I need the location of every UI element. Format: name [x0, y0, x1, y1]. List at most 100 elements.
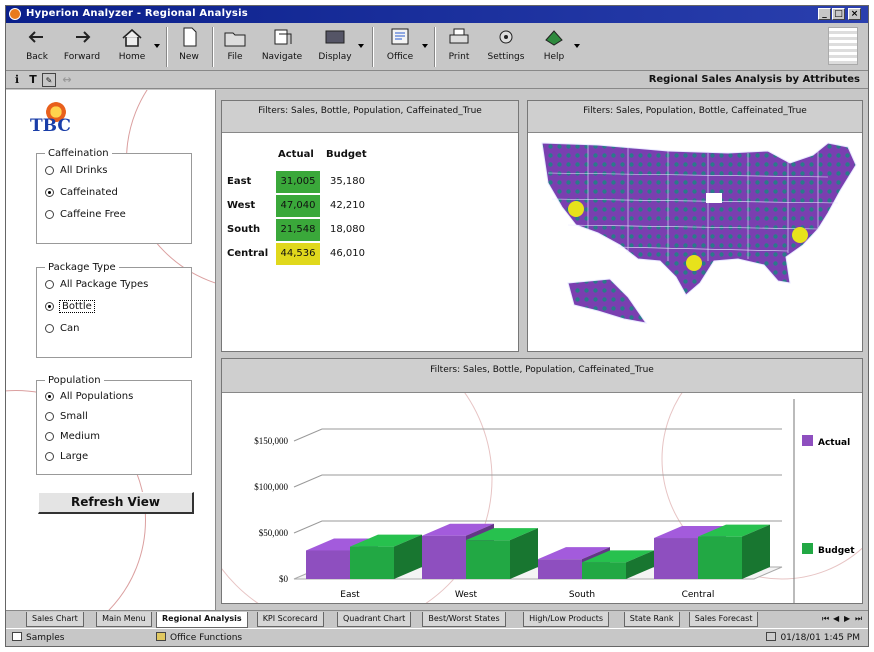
settings-button[interactable]: Settings	[484, 26, 528, 68]
office-button[interactable]: Office	[380, 26, 428, 68]
bar[interactable]	[466, 540, 510, 579]
population-option[interactable]: All Populations	[37, 386, 191, 406]
population-option[interactable]: Small	[37, 406, 191, 426]
navigate-button[interactable]: Navigate	[258, 26, 306, 68]
legend-swatch	[802, 435, 813, 446]
radio-button[interactable]	[45, 411, 54, 421]
alaska-shape[interactable]	[567, 278, 648, 324]
next-tab-icon[interactable]: ▶	[844, 614, 850, 623]
display-button[interactable]: Display	[314, 26, 364, 68]
population-group: Population All Populations Small Medium …	[36, 375, 192, 475]
bar[interactable]	[350, 546, 394, 579]
radio-button[interactable]	[45, 209, 54, 219]
back-arrow-icon	[28, 31, 43, 43]
home-button[interactable]: Home	[112, 26, 160, 68]
radio-button[interactable]	[45, 391, 54, 401]
file-button[interactable]: File	[218, 26, 252, 68]
app-window: Hyperion Analyzer - Regional Analysis _ …	[5, 5, 869, 647]
budget-cell: 42,210	[330, 200, 365, 211]
bar[interactable]	[422, 535, 466, 579]
refresh-view-button[interactable]: Refresh View	[38, 492, 194, 514]
tab-main-menu[interactable]: Main Menu	[96, 612, 152, 627]
filter-icon[interactable]: T	[26, 73, 40, 87]
title-bar: Hyperion Analyzer - Regional Analysis _ …	[6, 6, 868, 23]
population-option[interactable]: Large	[37, 446, 191, 466]
printer-icon	[449, 28, 469, 44]
clock-icon	[766, 632, 777, 641]
actual-cell[interactable]: 47,040	[276, 195, 320, 217]
south-marker[interactable]	[686, 255, 702, 271]
help-icon	[545, 30, 563, 46]
actual-cell[interactable]: 31,005	[276, 171, 320, 193]
radio-button[interactable]	[45, 165, 54, 175]
radio-button[interactable]	[45, 187, 54, 197]
display-dropdown-icon[interactable]	[358, 44, 364, 48]
company-logo: TBC	[26, 102, 86, 142]
tab-sales-chart[interactable]: Sales Chart	[26, 612, 84, 627]
last-tab-icon[interactable]: ⏭	[855, 614, 862, 624]
bar[interactable]	[654, 538, 698, 579]
caffeination-option[interactable]: Caffeine Free	[37, 203, 191, 225]
status-datetime: 01/18/01 1:45 PM	[766, 632, 860, 643]
budget-cell: 35,180	[330, 176, 365, 187]
row-label: East	[227, 176, 252, 187]
bar-chart[interactable]: $0 $50,000 $100,000 $150,000 East West South Ce…	[222, 359, 863, 604]
back-button[interactable]: Back	[20, 26, 54, 68]
table-panel-header: Filters: Sales, Bottle, Population, Caff…	[222, 101, 518, 133]
caffeination-option[interactable]: Caffeinated	[37, 181, 191, 203]
population-option[interactable]: Medium	[37, 426, 191, 446]
radio-button[interactable]	[45, 431, 54, 441]
info-icon[interactable]: ℹ	[10, 73, 24, 87]
tab-state-rank[interactable]: State Rank	[623, 612, 680, 627]
new-button[interactable]: New	[172, 26, 206, 68]
package-type-option[interactable]: Can	[37, 317, 191, 339]
actual-cell[interactable]: 44,536	[276, 243, 320, 265]
caffeination-option[interactable]: All Drinks	[37, 159, 191, 181]
tab-best-worst-states[interactable]: Best/Worst States	[422, 612, 506, 627]
toolbar-separator	[166, 27, 168, 67]
bar[interactable]	[306, 550, 350, 579]
first-tab-icon[interactable]: ⏮	[822, 614, 829, 624]
tab-regional-analysis[interactable]: Regional Analysis	[156, 612, 248, 628]
close-button[interactable]: ×	[848, 8, 861, 20]
east-marker[interactable]	[792, 227, 808, 243]
office-dropdown-icon[interactable]	[422, 44, 428, 48]
x-tick-label: West	[455, 590, 478, 600]
west-marker[interactable]	[568, 201, 584, 217]
arrow-icon[interactable]: ↔	[60, 73, 74, 87]
edit-icon[interactable]: ✎	[42, 73, 56, 87]
folder-icon	[12, 632, 22, 641]
bar[interactable]	[538, 559, 582, 579]
main-toolbar: Back Forward Home New File Navigate Disp…	[6, 23, 868, 71]
window-title: Hyperion Analyzer - Regional Analysis	[26, 8, 248, 19]
prev-tab-icon[interactable]: ◀	[833, 614, 839, 623]
row-label: Central	[227, 248, 269, 259]
print-button[interactable]: Print	[442, 26, 476, 68]
office-functions-icon	[156, 632, 166, 641]
radio-button[interactable]	[45, 323, 54, 333]
bar[interactable]	[698, 536, 742, 579]
us-map[interactable]	[528, 133, 863, 352]
radio-button[interactable]	[45, 451, 54, 461]
home-dropdown-icon[interactable]	[154, 44, 160, 48]
bar[interactable]	[582, 562, 626, 579]
package-type-option[interactable]: Bottle	[37, 295, 191, 317]
help-dropdown-icon[interactable]	[574, 44, 580, 48]
radio-button[interactable]	[45, 301, 54, 311]
x-tick-label: South	[569, 590, 595, 600]
map-panel: Filters: Sales, Population, Bottle, Caff…	[527, 100, 863, 352]
tab-kpi-scorecard[interactable]: KPI Scorecard	[256, 612, 324, 627]
package-type-option[interactable]: All Package Types	[37, 273, 191, 295]
forward-button[interactable]: Forward	[62, 26, 102, 68]
help-button[interactable]: Help	[536, 26, 580, 68]
radio-button[interactable]	[45, 279, 54, 289]
report-title: Regional Sales Analysis by Attributes	[648, 74, 860, 85]
tab-sales-forecast[interactable]: Sales Forecast	[688, 612, 759, 627]
chart-panel: $0 $50,000 $100,000 $150,000 East West South Ce…	[221, 358, 863, 604]
minimize-button[interactable]: _	[818, 8, 831, 20]
maximize-button[interactable]: □	[832, 8, 845, 20]
actual-cell[interactable]: 21,548	[276, 219, 320, 241]
us-mainland-shape[interactable]	[541, 142, 857, 296]
tab-quadrant-chart[interactable]: Quadrant Chart	[337, 612, 412, 627]
tab-high-low-products[interactable]: High/Low Products	[523, 612, 610, 627]
